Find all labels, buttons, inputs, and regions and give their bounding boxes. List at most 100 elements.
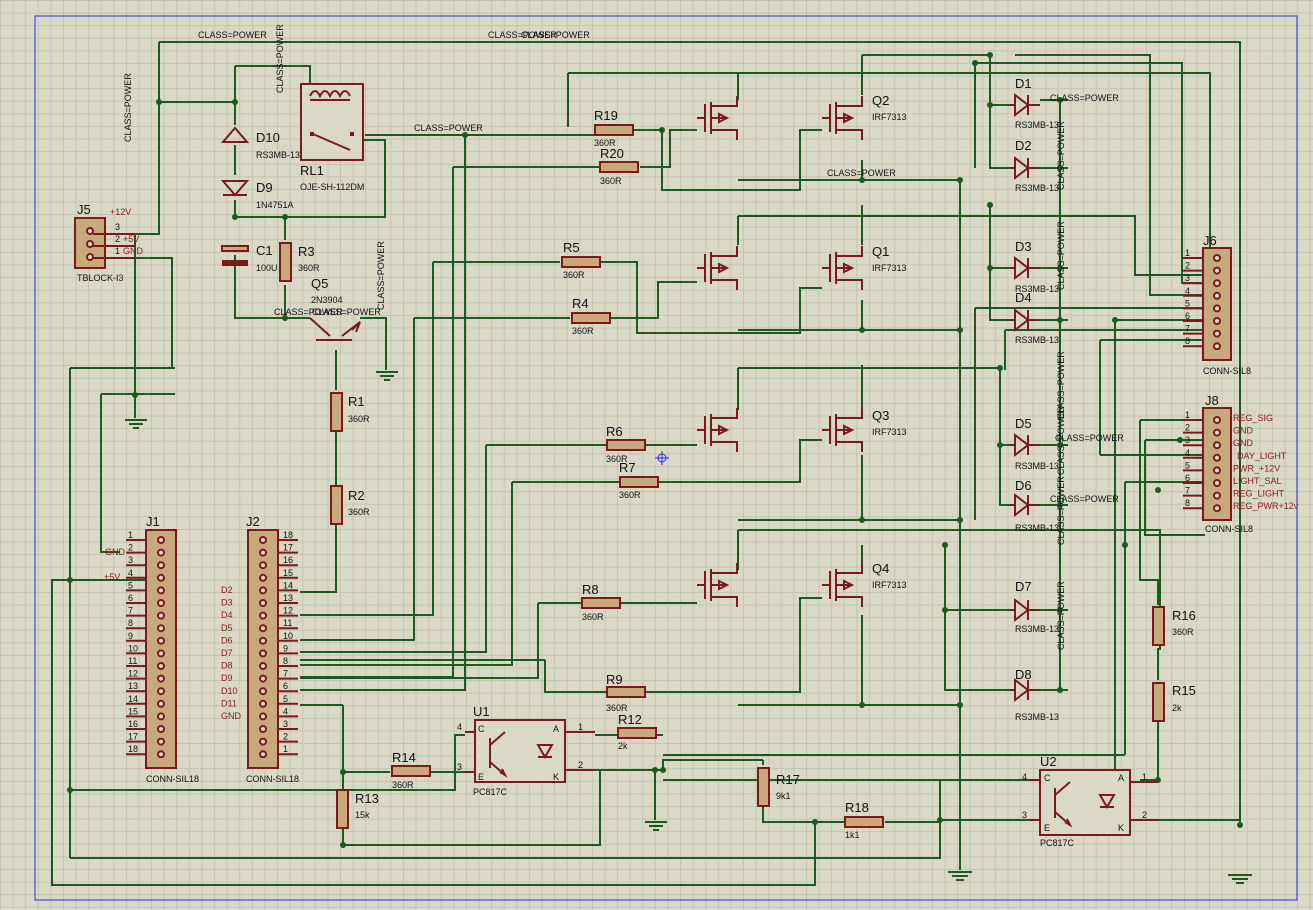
mosfet-q2[interactable] bbox=[822, 90, 874, 146]
mosfet-q4[interactable] bbox=[822, 557, 874, 613]
j1-value: CONN-SIL18 bbox=[146, 774, 199, 784]
j8-net: PWR_+12V bbox=[1233, 463, 1280, 473]
resistor-r5[interactable] bbox=[561, 256, 601, 268]
pin-socket bbox=[157, 699, 165, 708]
j5-net: GND bbox=[123, 246, 144, 256]
pin-number: 7 bbox=[1185, 486, 1190, 496]
resistor-r16[interactable] bbox=[1152, 606, 1165, 646]
r4-value: 360R bbox=[572, 326, 594, 336]
resistor-r20[interactable] bbox=[599, 161, 639, 173]
connector-j1[interactable]: 123456789101112131415161718 bbox=[126, 529, 177, 769]
pin-number: 8 bbox=[1185, 336, 1190, 346]
mosfet-q3[interactable] bbox=[822, 402, 874, 458]
diode-d7[interactable] bbox=[1010, 597, 1040, 623]
mosfet-q2[interactable] bbox=[697, 90, 749, 146]
pin-socket bbox=[1213, 266, 1221, 275]
svg-text:3: 3 bbox=[457, 762, 462, 772]
mosfet-q3[interactable] bbox=[697, 402, 749, 458]
mosfet-q1[interactable] bbox=[822, 240, 874, 296]
diode-d10[interactable] bbox=[220, 126, 250, 143]
j8-net: GND bbox=[1233, 438, 1254, 448]
pin-number: 8 bbox=[283, 656, 288, 666]
diode-d5[interactable] bbox=[1010, 432, 1040, 458]
pin-number: 6 bbox=[1185, 311, 1190, 321]
resistor-r19[interactable] bbox=[594, 124, 634, 136]
transistor-q5[interactable] bbox=[309, 317, 361, 341]
connector-j2[interactable]: 18 17 16 15 14 13 12 11 10 9 8 7 6 5 4 3 2 1 bbox=[247, 529, 298, 769]
pin-number: 2 bbox=[128, 543, 133, 553]
diode-d6[interactable] bbox=[1010, 492, 1040, 518]
ground-icon bbox=[645, 821, 667, 831]
relay-rl1[interactable] bbox=[300, 83, 364, 161]
pin-socket bbox=[1213, 479, 1221, 487]
d2-value: RS3MB-13 bbox=[1015, 183, 1059, 193]
j8-net: REG_SIG bbox=[1233, 413, 1273, 423]
connector-j8[interactable]: 1 2 3 4 5 6 7 8 bbox=[1183, 407, 1232, 521]
pin-number: 15 bbox=[283, 568, 293, 578]
resistor-r1[interactable] bbox=[330, 392, 343, 432]
pin-socket bbox=[259, 586, 267, 595]
net-label: CLASS=POWER bbox=[123, 73, 133, 142]
zener-d9[interactable] bbox=[220, 180, 250, 197]
diode-d1[interactable] bbox=[1010, 92, 1040, 118]
q1-value: IRF7313 bbox=[872, 263, 907, 273]
connector-j6[interactable]: 1 2 3 4 5 6 7 8 bbox=[1183, 247, 1232, 361]
resistor-r3[interactable] bbox=[279, 242, 292, 282]
diode-d3[interactable] bbox=[1010, 255, 1040, 281]
resistor-r18[interactable] bbox=[844, 816, 884, 828]
j2-net: D9 bbox=[221, 673, 233, 683]
diode-d4[interactable] bbox=[1010, 307, 1040, 333]
pin-number: 5 bbox=[283, 694, 288, 704]
resistor-r8[interactable] bbox=[581, 597, 621, 609]
j2-net: D6 bbox=[221, 635, 233, 645]
j5-pin: 3 bbox=[115, 222, 120, 232]
r3-ref: R3 bbox=[298, 244, 315, 259]
d4-value: RS3MB-13 bbox=[1015, 335, 1059, 345]
r3-value: 360R bbox=[298, 263, 320, 273]
resistor-r15[interactable] bbox=[1152, 682, 1165, 722]
j2-net: D10 bbox=[221, 686, 238, 696]
pin-socket bbox=[259, 699, 267, 708]
mosfet-q4[interactable] bbox=[697, 557, 749, 613]
diode-d2[interactable] bbox=[1010, 155, 1040, 181]
resistor-r9[interactable] bbox=[606, 686, 646, 698]
pin-socket bbox=[259, 674, 267, 683]
r18-value: 1k1 bbox=[845, 830, 860, 840]
pin-socket bbox=[157, 737, 165, 746]
diode-d8[interactable] bbox=[1010, 677, 1040, 703]
u2-value: PC817C bbox=[1040, 838, 1075, 848]
ground-icon bbox=[376, 371, 398, 381]
net-label: CLASS=POWER bbox=[414, 123, 483, 133]
resistor-r13[interactable] bbox=[336, 789, 349, 829]
mosfet-q1[interactable] bbox=[697, 240, 749, 296]
resistor-r12[interactable] bbox=[617, 727, 657, 739]
pin-socket bbox=[157, 687, 165, 696]
pin-socket bbox=[157, 586, 165, 595]
resistor-r17[interactable] bbox=[757, 767, 770, 807]
pin-number: 4 bbox=[1185, 448, 1190, 458]
optocoupler-u1[interactable] bbox=[465, 719, 595, 783]
resistor-r2[interactable] bbox=[330, 485, 343, 525]
resistor-r7[interactable] bbox=[619, 476, 659, 488]
r4-ref: R4 bbox=[572, 296, 589, 311]
pin-number: 8 bbox=[1185, 498, 1190, 508]
d8-value: RS3MB-13 bbox=[1015, 712, 1059, 722]
pin-socket bbox=[1213, 317, 1221, 325]
ground-icon bbox=[1228, 874, 1252, 884]
net-label: CLASS=POWER bbox=[312, 307, 381, 317]
j8-net: GND bbox=[1233, 426, 1254, 436]
resistor-r4[interactable] bbox=[571, 312, 611, 324]
j8-ref: J8 bbox=[1205, 393, 1219, 408]
pin-number: 1 bbox=[1185, 248, 1190, 258]
pin-number: 1 bbox=[1185, 410, 1190, 420]
pin-number: 4 bbox=[1185, 286, 1190, 296]
resistor-r14[interactable] bbox=[391, 765, 431, 777]
pin-socket bbox=[1213, 466, 1221, 475]
pin-socket bbox=[259, 662, 267, 670]
resistor-r6[interactable] bbox=[606, 439, 646, 451]
net-label: CLASS=POWER bbox=[275, 24, 285, 93]
svg-text:4: 4 bbox=[1022, 772, 1027, 782]
net-label: CLASS=POWER bbox=[376, 241, 386, 310]
j2-net: D11 bbox=[221, 698, 237, 708]
pin-number: 7 bbox=[128, 606, 133, 616]
